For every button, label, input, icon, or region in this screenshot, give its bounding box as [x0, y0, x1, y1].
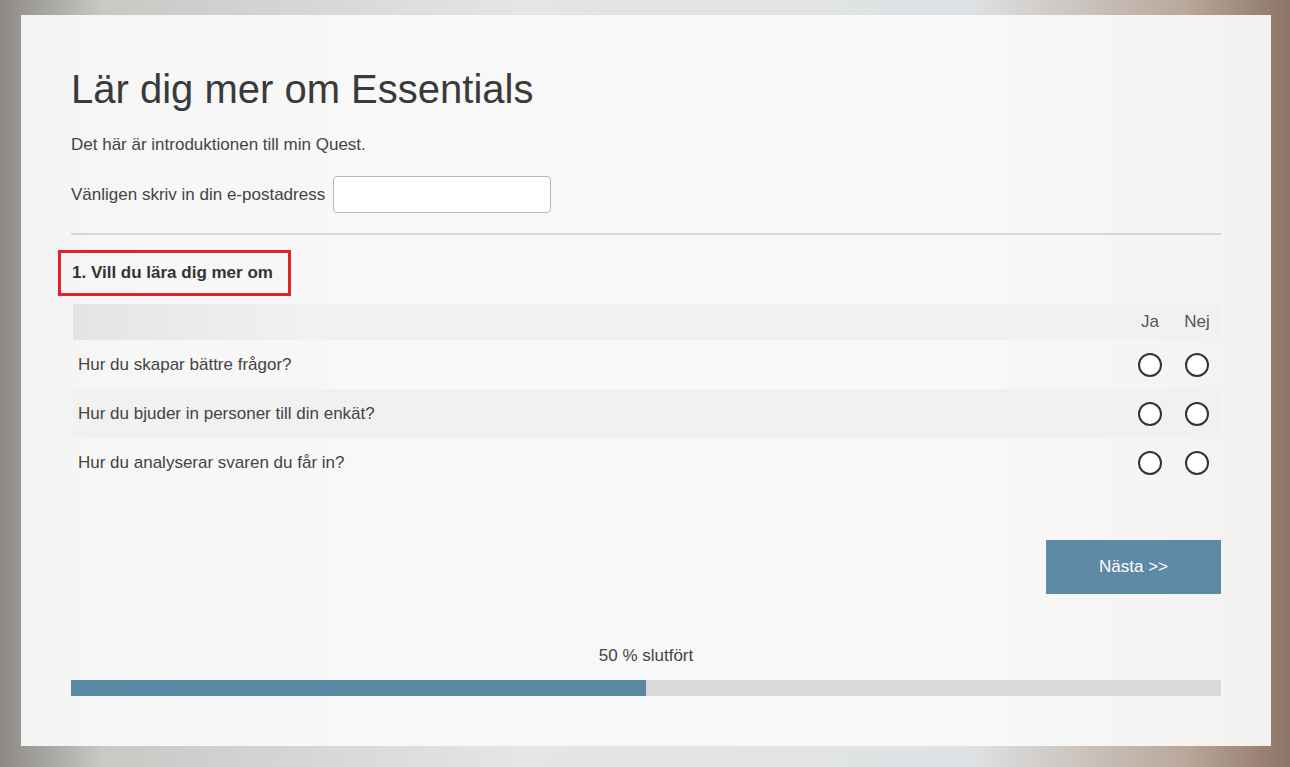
- choice-cell: [1173, 353, 1221, 377]
- row-label: Hur du skapar bättre frågor?: [73, 353, 1127, 377]
- button-row: Nästa >>: [71, 540, 1221, 594]
- column-header: Nej: [1173, 312, 1221, 332]
- choice-cell: [1127, 451, 1173, 475]
- email-input[interactable]: [333, 176, 551, 213]
- survey-card: Lär dig mer om Essentials Det här är intr…: [21, 15, 1271, 746]
- choice-cell: [1127, 402, 1173, 426]
- column-header: Ja: [1127, 312, 1173, 332]
- progress-label: 50 % slutfört: [71, 644, 1221, 668]
- question-matrix: JaNej Hur du skapar bättre frågor? Hur du …: [73, 304, 1221, 487]
- progress-track: [71, 680, 1221, 696]
- radio-button[interactable]: [1138, 402, 1162, 426]
- survey-intro: Det här är introduktionen till min Quest…: [71, 133, 1221, 157]
- question-heading: 1. Vill du lära dig mer om: [58, 250, 291, 296]
- matrix-row: Hur du analyserar svaren du får in?: [73, 438, 1221, 487]
- divider: [71, 233, 1221, 235]
- radio-button[interactable]: [1185, 402, 1209, 426]
- survey-title: Lär dig mer om Essentials: [71, 65, 1221, 113]
- question-heading-wrap: 1. Vill du lära dig mer om: [71, 250, 1221, 296]
- email-label: Vänligen skriv in din e-postadress: [71, 183, 325, 207]
- row-label: Hur du bjuder in personer till din enkät…: [73, 402, 1127, 426]
- radio-button[interactable]: [1185, 353, 1209, 377]
- choice-cell: [1127, 353, 1173, 377]
- next-button[interactable]: Nästa >>: [1046, 540, 1221, 594]
- radio-button[interactable]: [1185, 451, 1209, 475]
- progress-fill: [71, 680, 646, 696]
- choice-cell: [1173, 402, 1221, 426]
- choice-cell: [1173, 451, 1221, 475]
- row-label: Hur du analyserar svaren du får in?: [73, 451, 1127, 475]
- radio-button[interactable]: [1138, 353, 1162, 377]
- matrix-row: Hur du skapar bättre frågor?: [73, 340, 1221, 389]
- radio-button[interactable]: [1138, 451, 1162, 475]
- matrix-header: JaNej: [73, 304, 1221, 340]
- matrix-row: Hur du bjuder in personer till din enkät…: [73, 389, 1221, 438]
- survey-page: Lär dig mer om Essentials Det här är intr…: [0, 0, 1290, 767]
- email-row: Vänligen skriv in din e-postadress: [71, 176, 1221, 213]
